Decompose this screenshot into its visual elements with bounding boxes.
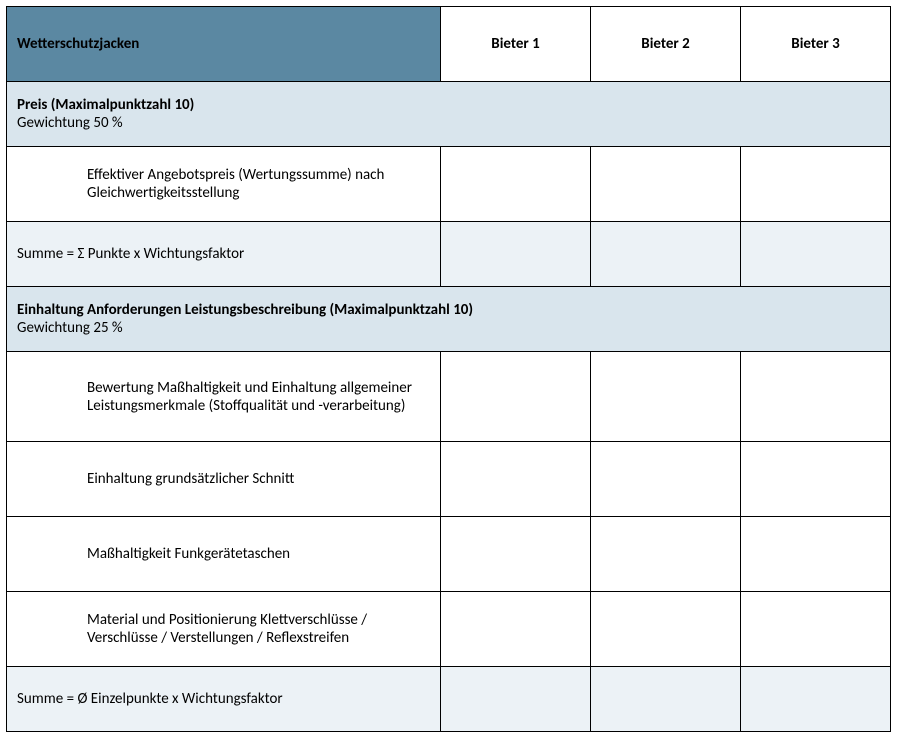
header-bidder-3: Bieter 3 (741, 7, 891, 82)
section-2-criterion-3-bidder-1 (441, 517, 591, 592)
section-1-criterion-1-bidder-2 (591, 147, 741, 222)
section-2-criterion-2-bidder-2 (591, 442, 741, 517)
section-2-summary-row: Summe = Ø Einzelpunkte x Wichtungsfaktor (7, 667, 891, 732)
section-2-criterion-1: Bewertung Maßhaltigkeit und Einhaltung a… (7, 352, 441, 442)
section-2-criterion-3: Maßhaltigkeit Funkgerätetaschen (7, 517, 441, 592)
section-2-header-cell: Einhaltung Anforderungen Leistungsbeschr… (7, 287, 891, 352)
section-2-summary-bidder-3 (741, 667, 891, 732)
section-2-criterion-3-bidder-3 (741, 517, 891, 592)
section-2-criterion-4-bidder-1 (441, 592, 591, 667)
section-2-weight: Gewichtung 25 % (17, 319, 123, 337)
header-main-title: Wetterschutzjacken (7, 7, 441, 82)
section-2-criterion-3-bidder-2 (591, 517, 741, 592)
section-2-criterion-2-bidder-3 (741, 442, 891, 517)
header-bidder-1: Bieter 1 (441, 7, 591, 82)
section-1-summary-label: Summe = Σ Punkte x Wichtungsfaktor (7, 222, 441, 287)
section-2-criterion-2: Einhaltung grundsätzlicher Schnitt (7, 442, 441, 517)
section-1-title: Preis (Maximalpunktzahl 10) (17, 96, 194, 114)
section-1-criterion-1-bidder-3 (741, 147, 891, 222)
section-2-criterion-1-bidder-3 (741, 352, 891, 442)
header-row: Wetterschutzjacken Bieter 1 Bieter 2 Bie… (7, 7, 891, 82)
section-2-criterion-3-row: Maßhaltigkeit Funkgerätetaschen (7, 517, 891, 592)
section-2-summary-label: Summe = Ø Einzelpunkte x Wichtungsfaktor (7, 667, 441, 732)
section-2-summary-bidder-1 (441, 667, 591, 732)
section-2-criterion-1-bidder-2 (591, 352, 741, 442)
section-2-criterion-2-row: Einhaltung grundsätzlicher Schnitt (7, 442, 891, 517)
section-1-weight: Gewichtung 50 % (17, 114, 123, 132)
section-2-criterion-1-row: Bewertung Maßhaltigkeit und Einhaltung a… (7, 352, 891, 442)
section-1-criterion-1-bidder-1 (441, 147, 591, 222)
section-2-criterion-4-bidder-2 (591, 592, 741, 667)
section-1-summary-bidder-2 (591, 222, 741, 287)
section-1-summary-row: Summe = Σ Punkte x Wichtungsfaktor (7, 222, 891, 287)
section-2-title: Einhaltung Anforderungen Leistungsbeschr… (17, 301, 473, 319)
section-2-summary-bidder-2 (591, 667, 741, 732)
section-2-header: Einhaltung Anforderungen Leistungsbeschr… (7, 287, 891, 352)
section-1-summary-bidder-1 (441, 222, 591, 287)
section-2-criterion-2-bidder-1 (441, 442, 591, 517)
header-bidder-2: Bieter 2 (591, 7, 741, 82)
section-2-criterion-1-bidder-1 (441, 352, 591, 442)
section-1-criterion-1: Effektiver Angebotspreis (Wertungssumme)… (7, 147, 441, 222)
section-2-criterion-4-bidder-3 (741, 592, 891, 667)
section-1-criterion-1-row: Effektiver Angebotspreis (Wertungssumme)… (7, 147, 891, 222)
evaluation-table: Wetterschutzjacken Bieter 1 Bieter 2 Bie… (6, 6, 891, 732)
section-2-criterion-4-row: Material und Positionierung Klettverschl… (7, 592, 891, 667)
section-2-criterion-4: Material und Positionierung Klettverschl… (7, 592, 441, 667)
section-1-header: Preis (Maximalpunktzahl 10) Gewichtung 5… (7, 82, 891, 147)
section-1-header-cell: Preis (Maximalpunktzahl 10) Gewichtung 5… (7, 82, 891, 147)
section-1-summary-bidder-3 (741, 222, 891, 287)
